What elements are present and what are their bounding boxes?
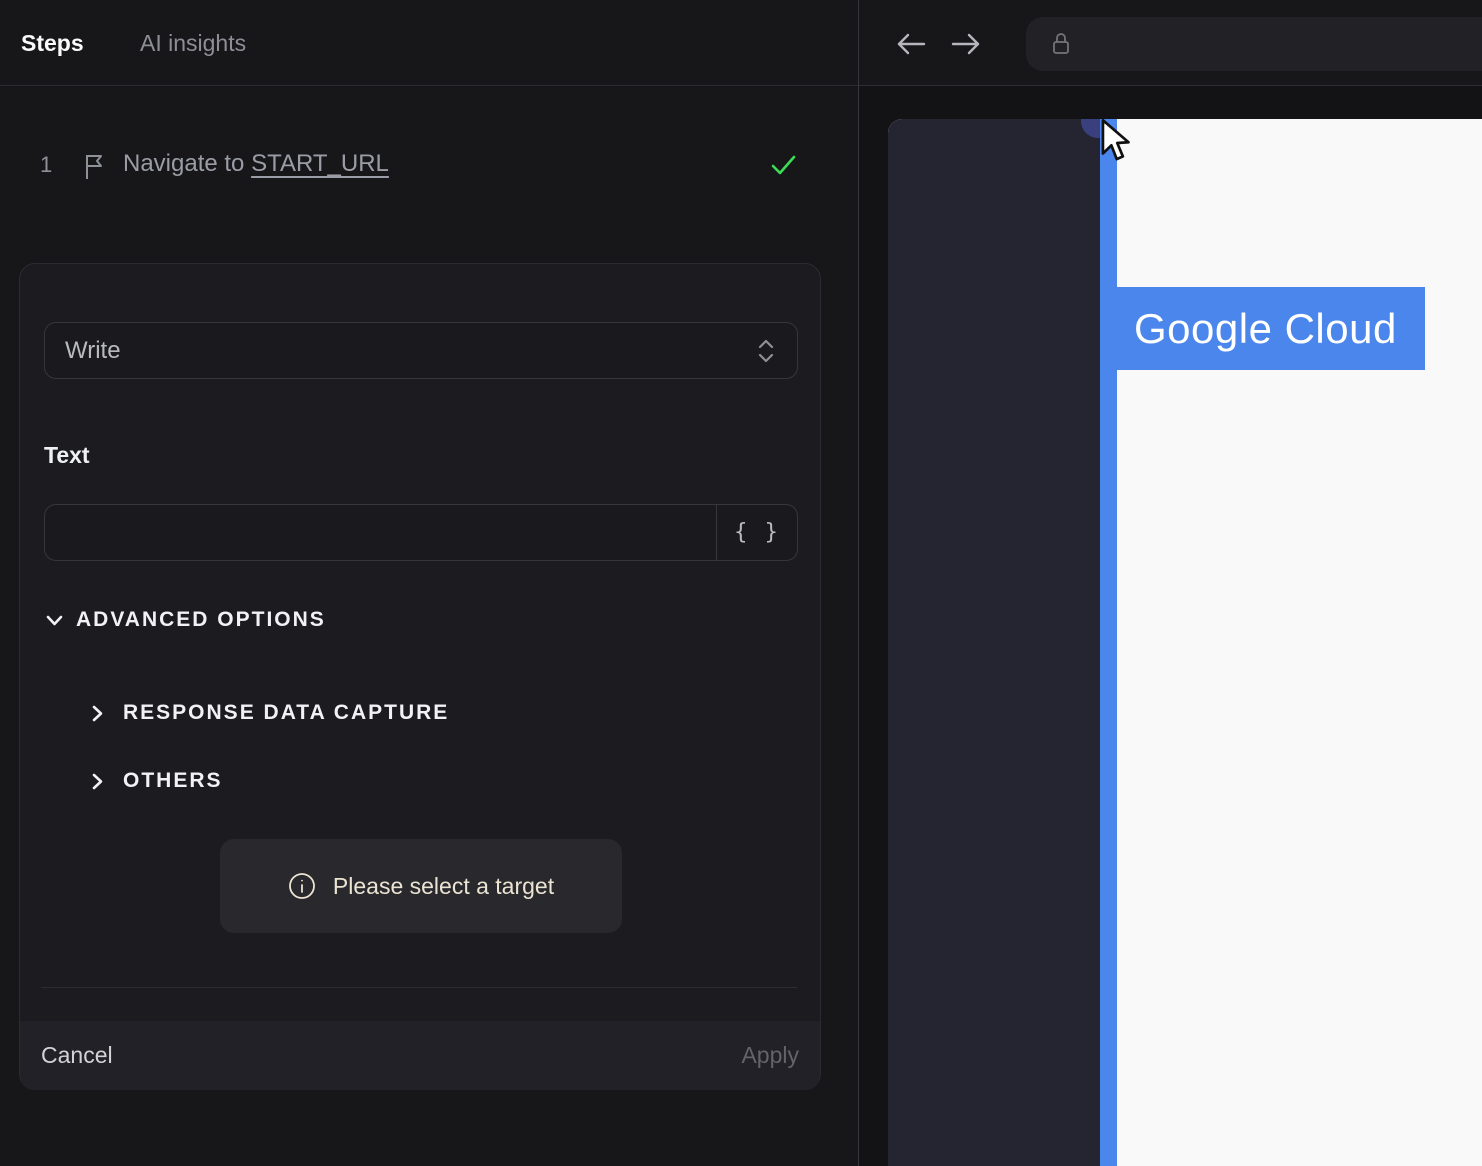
top-bar: Steps AI insights — [0, 0, 1482, 86]
chevron-right-icon — [90, 703, 106, 724]
select-target-notice-text: Please select a target — [332, 872, 555, 899]
arrow-left-icon — [894, 29, 928, 59]
page-sidebar — [888, 119, 1100, 1166]
step-editor-card: Write Text { } ADVANCED OPTIONS RESPONSE… — [19, 263, 821, 1090]
step-label: Navigate to START_URL — [123, 150, 389, 178]
steps-panel: 1 Navigate to START_URL Write Text {} A… — [0, 87, 858, 1166]
step-number: 1 — [40, 152, 53, 177]
panel-divider — [858, 0, 859, 1166]
step-label-prefix: Navigate to — [123, 150, 252, 177]
tab-steps[interactable]: Steps — [21, 0, 84, 86]
highlight-stripe — [1100, 119, 1117, 1166]
tab-ai-insights-label: AI insights — [140, 29, 247, 56]
apply-button[interactable]: Apply — [741, 1042, 799, 1069]
insert-variable-button[interactable]: { } — [716, 505, 797, 560]
tab-ai-insights[interactable]: AI insights — [140, 0, 246, 86]
google-cloud-text: Google Cloud — [1134, 304, 1397, 352]
arrow-right-icon — [949, 29, 983, 59]
action-select-value: Write — [65, 336, 121, 364]
tab-steps-label: Steps — [21, 29, 84, 56]
others-label: OTHERS — [123, 769, 223, 792]
action-select[interactable]: Write — [44, 322, 798, 379]
browser-preview-area: Google Cloud — [859, 87, 1482, 1166]
response-data-capture-toggle[interactable]: RESPONSE DATA CAPTURE — [90, 701, 449, 725]
cancel-button[interactable]: Cancel — [41, 1042, 113, 1069]
text-input-row: { } — [44, 504, 798, 561]
check-icon — [768, 150, 798, 180]
step-row[interactable]: 1 Navigate to START_URL — [0, 150, 858, 184]
browser-back-button[interactable] — [894, 29, 928, 59]
select-target-notice: Please select a target — [220, 839, 622, 933]
card-footer: Cancel Apply — [20, 1021, 820, 1090]
step-start-url-link[interactable]: START_URL — [251, 150, 389, 177]
response-data-capture-label: RESPONSE DATA CAPTURE — [123, 701, 450, 724]
browser-forward-button[interactable] — [949, 29, 983, 59]
address-bar[interactable] — [1026, 17, 1482, 71]
info-icon — [288, 872, 316, 900]
cursor-icon — [1099, 119, 1135, 165]
braces-icon: { } — [734, 520, 780, 545]
others-toggle[interactable]: OTHERS — [90, 769, 223, 793]
footer-divider — [41, 987, 797, 988]
advanced-options-label: ADVANCED OPTIONS — [76, 608, 326, 631]
app-window: Steps AI insights 1 Navigate to START_UR… — [0, 0, 1482, 1166]
text-input[interactable] — [45, 505, 716, 560]
browser-viewport: Google Cloud — [888, 119, 1482, 1166]
advanced-options-toggle[interactable]: ADVANCED OPTIONS — [44, 608, 326, 632]
text-field-label: Text — [44, 442, 90, 468]
highlighted-element[interactable]: Google Cloud — [1117, 287, 1425, 370]
chevron-right-icon — [90, 771, 106, 792]
page-content — [1117, 119, 1482, 1166]
chevron-down-icon — [44, 610, 65, 631]
unfold-icon — [755, 336, 777, 366]
flag-icon — [82, 152, 106, 180]
lock-icon — [1048, 28, 1074, 60]
